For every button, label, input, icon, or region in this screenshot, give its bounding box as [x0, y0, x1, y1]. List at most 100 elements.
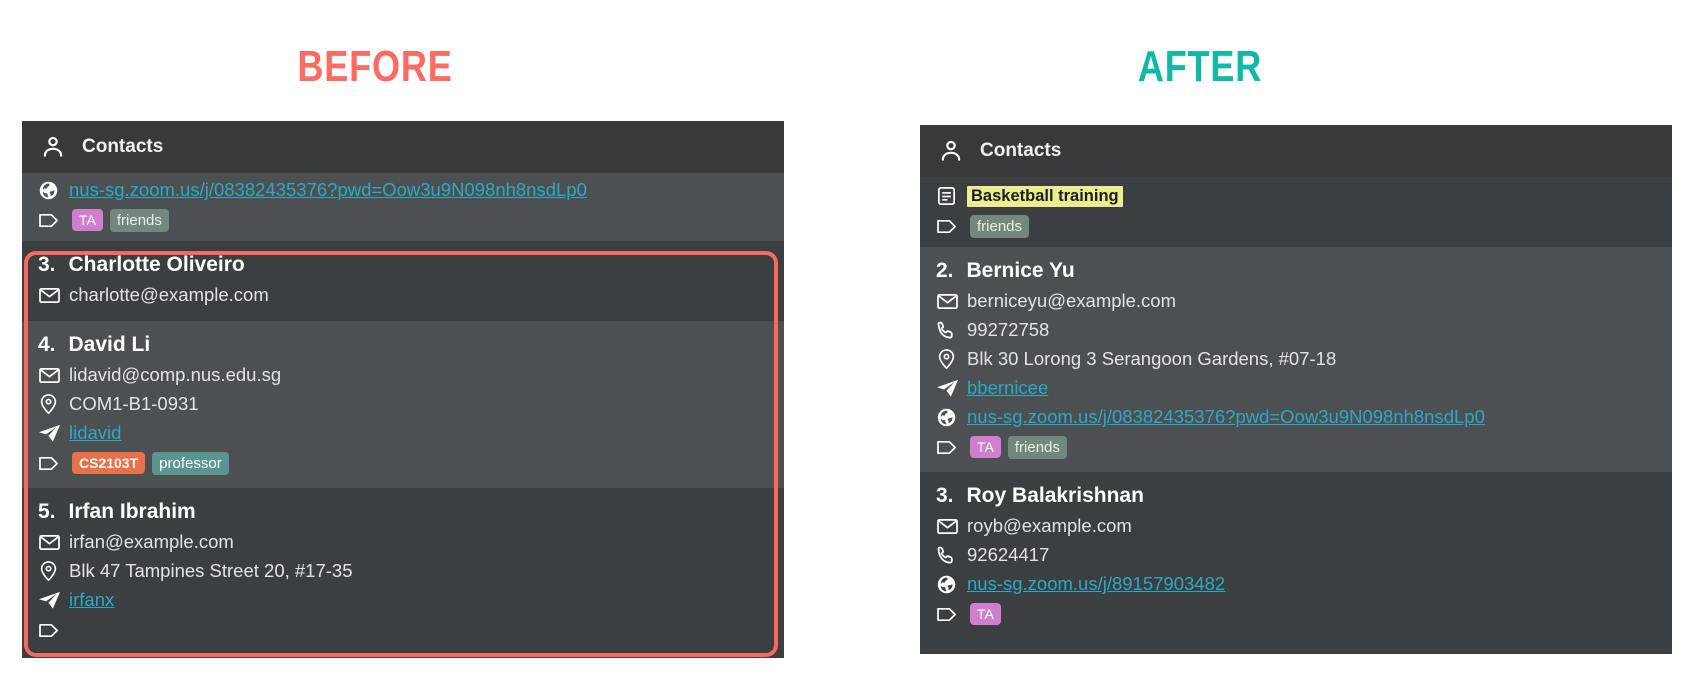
contact-tags-row — [38, 617, 784, 643]
list-item[interactable]: 4. David Li lidavid@comp.nus.edu.sg COM1… — [22, 321, 784, 488]
telegram-plane-icon — [38, 590, 65, 610]
contact-telegram-link[interactable]: irfanx — [69, 589, 114, 611]
before-heading: BEFORE — [297, 42, 453, 91]
contact-email-row: berniceyu@example.com — [936, 288, 1672, 314]
contact-address: Blk 47 Tampines Street 20, #17-35 — [69, 560, 353, 581]
person-icon — [938, 138, 964, 164]
contact-address-row: COM1-B1-0931 — [38, 391, 784, 417]
tag-icon — [936, 438, 963, 457]
contact-email: lidavid@comp.nus.edu.sg — [69, 364, 282, 385]
contact-website-link[interactable]: nus-sg.zoom.us/j/08382435376?pwd=Oow3u9N… — [69, 179, 587, 201]
contact-name-row: 3. Roy Balakrishnan — [936, 484, 1672, 508]
before-panel-title: Contacts — [82, 136, 164, 157]
envelope-icon — [38, 366, 65, 385]
status-badge: friends — [970, 214, 1030, 238]
contact-phone: 92624417 — [967, 544, 1050, 565]
contact-tags-row: TA friends — [38, 207, 784, 233]
envelope-icon — [38, 533, 65, 552]
contact-phone-row: 92624417 — [936, 542, 1672, 568]
contact-name: Charlotte Oliveiro — [68, 253, 245, 276]
comparison-stage: BEFORE AFTER Contacts nus-sg.zoom.us/j/0… — [0, 0, 1696, 676]
contact-tags-row: TA friends — [936, 434, 1672, 460]
contact-name: David Li — [68, 333, 151, 356]
list-item[interactable]: Basketball training friends — [920, 177, 1672, 247]
after-contact-list[interactable]: Basketball training friends 2. Bernice Y… — [920, 177, 1672, 639]
person-icon — [40, 134, 66, 160]
contact-name: Roy Balakrishnan — [966, 484, 1144, 507]
after-panel-header: Contacts — [920, 125, 1672, 177]
after-heading: AFTER — [1137, 42, 1263, 91]
contact-index: 5. — [38, 500, 56, 523]
contact-address: Blk 30 Lorong 3 Serangoon Gardens, #07-1… — [967, 348, 1337, 369]
status-badge: friends — [109, 208, 169, 232]
location-pin-icon — [38, 393, 65, 415]
contact-email: royb@example.com — [967, 515, 1132, 536]
after-contacts-panel: Contacts Basketball training friends 2. … — [920, 125, 1672, 654]
contact-name-row: 5. Irfan Ibrahim — [38, 500, 784, 524]
contact-tags-row: CS2103T professor — [38, 450, 784, 476]
contact-name-row: 3. Charlotte Oliveiro — [38, 253, 784, 277]
contact-tags-row: TA — [936, 601, 1672, 627]
status-badge: TA — [72, 209, 103, 231]
contact-website-row[interactable]: nus-sg.zoom.us/j/08382435376?pwd=Oow3u9N… — [38, 177, 784, 203]
list-item[interactable]: 2. Bernice Yu berniceyu@example.com 9927… — [920, 247, 1672, 472]
contact-name: Irfan Ibrahim — [68, 500, 196, 523]
globe-icon — [936, 407, 963, 428]
envelope-icon — [38, 286, 65, 305]
globe-icon — [38, 180, 65, 201]
status-badge: friends — [1007, 435, 1067, 459]
status-badge: CS2103T — [72, 452, 146, 474]
list-item[interactable]: 5. Irfan Ibrahim irfan@example.com Blk 4… — [22, 488, 784, 655]
tag-icon — [38, 621, 65, 640]
location-pin-icon — [936, 348, 963, 370]
contact-telegram-link[interactable]: lidavid — [69, 422, 121, 444]
before-contact-list[interactable]: nus-sg.zoom.us/j/08382435376?pwd=Oow3u9N… — [22, 173, 784, 655]
status-badge: TA — [970, 436, 1001, 458]
phone-icon — [936, 545, 963, 566]
tag-icon — [936, 605, 963, 624]
envelope-icon — [936, 292, 963, 311]
contact-telegram-row[interactable]: irfanx — [38, 587, 784, 613]
contact-event-row: Basketball training — [936, 183, 1672, 209]
telegram-plane-icon — [38, 423, 65, 443]
contact-address: COM1-B1-0931 — [69, 393, 199, 414]
contact-email: irfan@example.com — [69, 531, 234, 552]
contact-index: 3. — [936, 484, 954, 507]
telegram-plane-icon — [936, 378, 963, 398]
status-badge: professor — [152, 451, 229, 475]
contact-telegram-row[interactable]: bbernicee — [936, 375, 1672, 401]
phone-icon — [936, 320, 963, 341]
status-badge: TA — [970, 603, 1001, 625]
contact-phone: 99272758 — [967, 319, 1050, 340]
tag-icon — [936, 217, 963, 236]
contact-email-row: charlotte@example.com — [38, 282, 784, 308]
contact-email: berniceyu@example.com — [967, 290, 1177, 311]
contact-address-row: Blk 47 Tampines Street 20, #17-35 — [38, 558, 784, 584]
contact-name-row: 4. David Li — [38, 333, 784, 357]
contact-telegram-link[interactable]: bbernicee — [967, 377, 1048, 399]
contact-website-link[interactable]: nus-sg.zoom.us/j/89157903482 — [967, 573, 1225, 595]
tag-icon — [38, 454, 65, 473]
calendar-icon — [936, 185, 963, 207]
contact-name-row: 2. Bernice Yu — [936, 259, 1672, 283]
contact-website-row[interactable]: nus-sg.zoom.us/j/89157903482 — [936, 571, 1672, 597]
contact-tags-row: friends — [936, 213, 1672, 239]
envelope-icon — [936, 517, 963, 536]
list-item[interactable]: nus-sg.zoom.us/j/08382435376?pwd=Oow3u9N… — [22, 173, 784, 241]
tag-icon — [38, 211, 65, 230]
list-item[interactable]: 3. Roy Balakrishnan royb@example.com 926… — [920, 472, 1672, 639]
contact-phone-row: 99272758 — [936, 317, 1672, 343]
contact-website-row[interactable]: nus-sg.zoom.us/j/08382435376?pwd=Oow3u9N… — [936, 404, 1672, 430]
contact-email: charlotte@example.com — [69, 284, 269, 305]
contact-email-row: irfan@example.com — [38, 529, 784, 555]
contact-email-row: royb@example.com — [936, 513, 1672, 539]
contact-telegram-row[interactable]: lidavid — [38, 420, 784, 446]
list-item[interactable]: 3. Charlotte Oliveiro charlotte@example.… — [22, 241, 784, 321]
contact-index: 3. — [38, 253, 56, 276]
globe-icon — [936, 574, 963, 595]
contact-email-row: lidavid@comp.nus.edu.sg — [38, 362, 784, 388]
after-panel-title: Contacts — [980, 140, 1062, 161]
before-panel-header: Contacts — [22, 121, 784, 173]
contact-website-link[interactable]: nus-sg.zoom.us/j/08382435376?pwd=Oow3u9N… — [967, 406, 1485, 428]
contact-address-row: Blk 30 Lorong 3 Serangoon Gardens, #07-1… — [936, 346, 1672, 372]
